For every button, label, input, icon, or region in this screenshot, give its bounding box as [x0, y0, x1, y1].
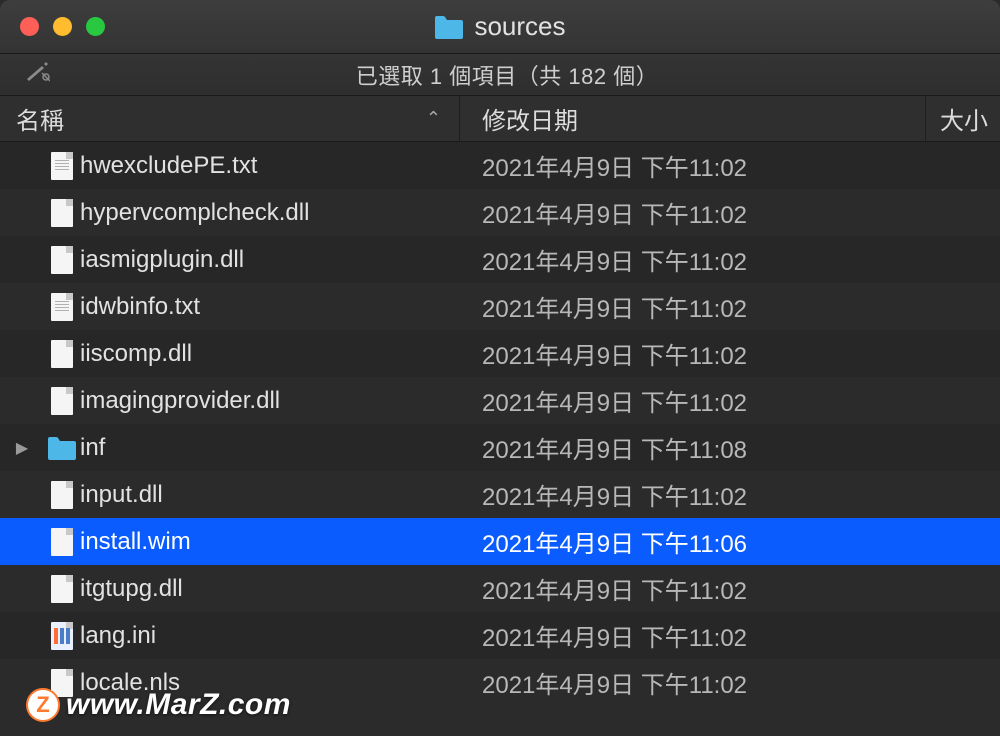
- folder-icon: [434, 15, 464, 39]
- titlebar[interactable]: sources: [0, 0, 1000, 54]
- file-name: iiscomp.dll: [80, 340, 460, 368]
- file-date: 2021年4月9日 下午11:02: [460, 571, 1000, 606]
- file-icon: [44, 340, 80, 368]
- file-date: 2021年4月9日 下午11:02: [460, 242, 1000, 277]
- file-date: 2021年4月9日 下午11:02: [460, 289, 1000, 324]
- finder-window: sources 已選取 1 個項目（共 182 個） 名稱 ⌃ 修改日期 大小 …: [0, 0, 1000, 736]
- file-name: hypervcomplcheck.dll: [80, 199, 460, 227]
- column-date-label: 修改日期: [482, 101, 578, 136]
- file-row[interactable]: lang.ini2021年4月9日 下午11:02: [0, 612, 1000, 659]
- file-row[interactable]: ▶ inf2021年4月9日 下午11:08: [0, 424, 1000, 471]
- file-date: 2021年4月9日 下午11:02: [460, 148, 1000, 183]
- file-date: 2021年4月9日 下午11:02: [460, 618, 1000, 653]
- file-row[interactable]: iasmigplugin.dll2021年4月9日 下午11:02: [0, 236, 1000, 283]
- file-date: 2021年4月9日 下午11:08: [460, 430, 1000, 465]
- sort-ascending-icon: ⌃: [426, 108, 441, 129]
- maximize-button[interactable]: [86, 17, 105, 36]
- file-name: lang.ini: [80, 622, 460, 650]
- file-name: install.wim: [80, 528, 460, 556]
- file-date: 2021年4月9日 下午11:02: [460, 477, 1000, 512]
- file-date: 2021年4月9日 下午11:02: [460, 195, 1000, 230]
- file-name: idwbinfo.txt: [80, 293, 460, 321]
- file-name: input.dll: [80, 481, 460, 509]
- file-icon: [44, 387, 80, 415]
- file-row[interactable]: idwbinfo.txt2021年4月9日 下午11:02: [0, 283, 1000, 330]
- selection-status: 已選取 1 個項目（共 182 個）: [74, 59, 1000, 91]
- file-icon: [44, 199, 80, 227]
- file-name: inf: [80, 434, 460, 462]
- file-date: 2021年4月9日 下午11:02: [460, 665, 1000, 700]
- folder-icon: [44, 436, 80, 460]
- file-row[interactable]: imagingprovider.dll2021年4月9日 下午11:02: [0, 377, 1000, 424]
- column-name-label: 名稱: [16, 101, 64, 136]
- column-header-size[interactable]: 大小: [926, 96, 1000, 141]
- file-list[interactable]: hwexcludePE.txt2021年4月9日 下午11:02hypervco…: [0, 142, 1000, 736]
- column-header-name[interactable]: 名稱 ⌃: [0, 96, 460, 141]
- file-icon: [44, 528, 80, 556]
- file-icon: [44, 622, 80, 650]
- window-title: sources: [474, 11, 565, 42]
- watermark-badge: Z: [26, 688, 60, 722]
- file-name: itgtupg.dll: [80, 575, 460, 603]
- file-icon: [44, 481, 80, 509]
- edit-tags-icon[interactable]: [0, 62, 74, 88]
- file-row[interactable]: install.wim2021年4月9日 下午11:06: [0, 518, 1000, 565]
- file-icon: [44, 152, 80, 180]
- file-row[interactable]: input.dll2021年4月9日 下午11:02: [0, 471, 1000, 518]
- file-date: 2021年4月9日 下午11:02: [460, 336, 1000, 371]
- disclosure-triangle[interactable]: ▶: [0, 438, 44, 458]
- column-headers: 名稱 ⌃ 修改日期 大小: [0, 96, 1000, 142]
- file-name: imagingprovider.dll: [80, 387, 460, 415]
- toolbar: 已選取 1 個項目（共 182 個）: [0, 54, 1000, 96]
- file-row[interactable]: hwexcludePE.txt2021年4月9日 下午11:02: [0, 142, 1000, 189]
- file-name: hwexcludePE.txt: [80, 152, 460, 180]
- file-icon: [44, 246, 80, 274]
- column-size-label: 大小: [940, 101, 988, 136]
- minimize-button[interactable]: [53, 17, 72, 36]
- file-row[interactable]: iiscomp.dll2021年4月9日 下午11:02: [0, 330, 1000, 377]
- file-name: iasmigplugin.dll: [80, 246, 460, 274]
- column-header-date[interactable]: 修改日期: [460, 96, 926, 141]
- traffic-lights: [0, 17, 105, 36]
- file-icon: [44, 293, 80, 321]
- watermark-text: www.MarZ.com: [66, 688, 291, 722]
- window-title-group: sources: [0, 11, 1000, 42]
- watermark: Z www.MarZ.com: [26, 688, 291, 722]
- file-row[interactable]: hypervcomplcheck.dll2021年4月9日 下午11:02: [0, 189, 1000, 236]
- file-icon: [44, 575, 80, 603]
- file-row[interactable]: itgtupg.dll2021年4月9日 下午11:02: [0, 565, 1000, 612]
- file-date: 2021年4月9日 下午11:02: [460, 383, 1000, 418]
- file-date: 2021年4月9日 下午11:06: [460, 524, 1000, 559]
- close-button[interactable]: [20, 17, 39, 36]
